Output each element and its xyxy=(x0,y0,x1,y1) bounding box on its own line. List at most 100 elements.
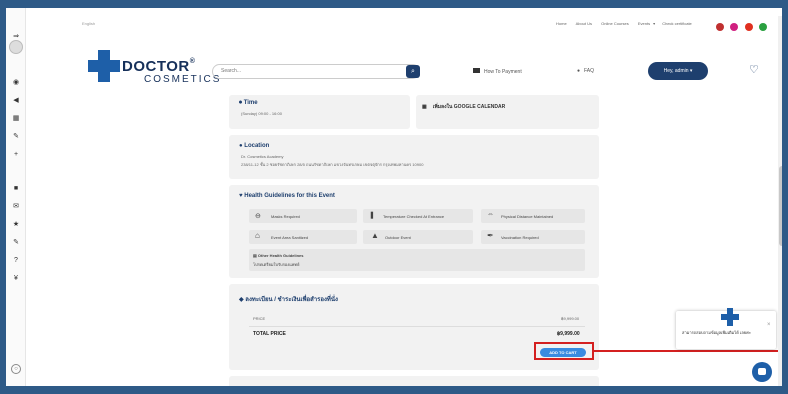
location-title-text: Location xyxy=(244,143,270,149)
how-to-payment-link[interactable]: How To Payment xyxy=(473,68,522,75)
nav-check-certificate[interactable]: Check certificate xyxy=(662,21,692,26)
total-price-label: TOTAL PRICE xyxy=(253,331,286,337)
faq-label: FAQ xyxy=(584,68,595,74)
chevron-down-icon: ▾ xyxy=(653,21,656,26)
chat-message: สามารถสอบถามข้อมูลเพิ่มเติมได้ เลยค่ะ xyxy=(682,330,752,335)
nav-about[interactable]: About Us xyxy=(576,21,592,26)
guideline-label: Vaccination Required xyxy=(501,235,539,240)
registration-title-text: ลงทะเบียน / ชำระเงินเพื่อสำรองที่นั่ง xyxy=(245,297,338,303)
next-card xyxy=(229,376,599,386)
clock-icon: ⏺ xyxy=(239,100,243,106)
guidelines-title: ♥ Health Guidelines for this Event xyxy=(239,193,335,199)
health-icon: ♥ xyxy=(239,193,243,199)
location-pin-icon: ● xyxy=(239,143,243,149)
total-price-value: ฿9,999.00 xyxy=(557,331,580,337)
location-address: 238/11-12 ชั้น 2 ซอยรัชดาภิเษก 28/5 ถนนร… xyxy=(241,162,424,167)
top-nav: Home About Us Online Courses Events ▾ Che… xyxy=(556,21,700,26)
pages-icon[interactable]: ■ xyxy=(6,184,26,193)
highlight-box xyxy=(534,342,594,360)
highlight-arrow-line xyxy=(594,350,782,352)
scrollbar[interactable] xyxy=(778,16,782,386)
guideline-label: Outdoor Event xyxy=(385,235,411,240)
location-card: ● Location Dr. Cosmetics Academy 238/11-… xyxy=(229,135,599,179)
nav-online-courses[interactable]: Online Courses xyxy=(601,21,629,26)
facebook-icon[interactable] xyxy=(716,23,724,31)
search-icon: ⌕ xyxy=(411,68,415,75)
heart-icon[interactable]: ♡ xyxy=(749,63,759,76)
add-icon[interactable]: + xyxy=(6,150,26,159)
guideline-item xyxy=(249,209,357,223)
search-button[interactable]: ⌕ xyxy=(406,65,420,78)
megaphone-icon[interactable]: ◀ xyxy=(6,96,26,105)
price-label: PRICE xyxy=(253,316,266,321)
card-icon xyxy=(473,68,480,73)
divider xyxy=(249,326,585,327)
calendar-card[interactable]: ▦ เพิ่มลงใน GOOGLE CALENDAR xyxy=(416,95,599,129)
power-icon[interactable]: ○ xyxy=(11,364,21,374)
youtube-icon[interactable] xyxy=(744,23,753,31)
time-value: (Sunday) 09:00 - 16:00 xyxy=(241,111,282,116)
social-links xyxy=(716,18,769,36)
other-guidelines-title-text: Other Health Guidelines xyxy=(257,253,304,258)
tools-icon[interactable]: ✎ xyxy=(6,132,26,141)
location-name: Dr. Cosmetics Academy xyxy=(241,154,284,159)
chat-logo-icon-bar xyxy=(721,314,739,320)
guidelines-title-text: Health Guidelines for this Event xyxy=(244,193,335,199)
logo-word-text: DOCTOR xyxy=(122,58,190,75)
health-guidelines-card: ♥ Health Guidelines for this Event ⊖ Mas… xyxy=(229,185,599,278)
cross-icon-bar xyxy=(88,60,120,72)
nav-home[interactable]: Home xyxy=(556,21,567,26)
logo-sub: COSMETICS xyxy=(144,74,222,85)
guideline-item xyxy=(363,230,473,244)
calendar-label: เพิ่มลงใน GOOGLE CALENDAR xyxy=(432,104,506,110)
faq-link[interactable]: ● FAQ xyxy=(577,68,594,74)
dashboard-icon[interactable]: ◉ xyxy=(6,78,26,87)
guideline-label: Masks Required xyxy=(271,214,300,219)
question-icon: ● xyxy=(577,68,581,74)
nav-events[interactable]: Events xyxy=(638,21,650,26)
calendar-icon: ▦ xyxy=(422,104,427,110)
other-guidelines-title: ▤ Other Health Guidelines xyxy=(253,253,303,258)
user-menu-button[interactable]: Hey, admin ▾ xyxy=(648,62,708,80)
logo-word: DOCTOR® xyxy=(122,58,195,75)
location-title: ● Location xyxy=(239,143,269,149)
line-icon[interactable] xyxy=(759,23,768,31)
language-selector[interactable]: English xyxy=(82,21,95,26)
scrollbar-thumb[interactable] xyxy=(779,166,782,246)
instagram-icon[interactable] xyxy=(730,23,739,31)
chat-button[interactable] xyxy=(752,362,772,382)
sanitized-icon: ⌂ xyxy=(255,231,260,240)
thermometer-icon: ❚ xyxy=(369,212,375,219)
guideline-label: Physical Distance Maintained xyxy=(501,214,554,219)
how-to-payment-label: How To Payment xyxy=(484,69,522,75)
search-input[interactable]: Search... xyxy=(212,64,420,79)
mail-icon[interactable]: ✉ xyxy=(6,202,26,211)
chart-icon[interactable]: ▦ xyxy=(6,114,26,123)
admin-sidebar: ⇒ ◉ ◀ ▦ ✎ + ■ ✉ ★ ✎ ? ¥ ○ xyxy=(6,8,26,386)
price-value: ฿9,999.00 xyxy=(561,316,580,321)
browser-viewport: ⇒ ◉ ◀ ▦ ✎ + ■ ✉ ★ ✎ ? ¥ ○ English Home A… xyxy=(6,8,782,386)
guideline-label: Event Area Sanitized xyxy=(271,235,309,240)
star-icon[interactable]: ★ xyxy=(6,220,26,229)
distance-icon: ⇔ xyxy=(487,211,494,218)
time-title: ⏺ Time xyxy=(239,100,258,107)
site-logo[interactable]: DOCTOR® COSMETICS xyxy=(88,50,219,92)
top-bar: English Home About Us Online Courses Eve… xyxy=(26,8,774,40)
logo-reg: ® xyxy=(189,58,196,65)
registration-title: ◆ ลงทะเบียน / ชำระเงินเพื่อสำรองที่นั่ง xyxy=(239,294,338,304)
avatar[interactable] xyxy=(9,40,23,54)
brush-icon[interactable]: ✎ xyxy=(6,238,26,247)
tree-icon: ▲ xyxy=(371,231,379,240)
guideline-label: Temperature Checked At Entrance xyxy=(383,214,445,219)
close-icon[interactable]: × xyxy=(767,322,771,328)
ticket-icon: ◆ xyxy=(239,297,244,303)
chat-bubble-icon xyxy=(758,368,766,375)
time-card: ⏺ Time (Sunday) 09:00 - 16:00 xyxy=(229,95,410,129)
help-icon[interactable]: ? xyxy=(6,256,26,265)
collapse-icon[interactable]: ¥ xyxy=(6,274,26,283)
other-guidelines-text: โปรดเตรียมใบรับรองแพทย์ xyxy=(253,262,300,267)
google-calendar-link[interactable]: ▦ เพิ่มลงใน GOOGLE CALENDAR xyxy=(422,103,505,111)
time-title-text: Time xyxy=(243,100,258,106)
user-label: Hey, admin xyxy=(663,68,689,74)
list-icon: ▤ xyxy=(253,253,257,258)
